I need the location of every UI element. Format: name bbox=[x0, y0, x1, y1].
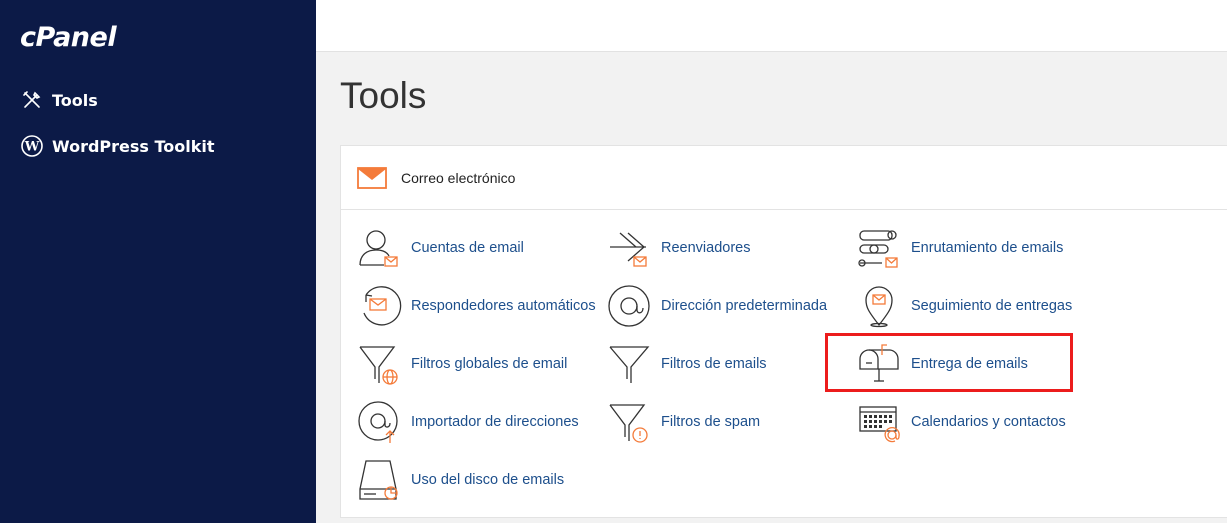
tool-filtros-de-emails[interactable]: Filtros de emails bbox=[606, 341, 767, 387]
sidebar-item-tools[interactable]: Tools bbox=[20, 87, 98, 113]
location-pin-icon bbox=[856, 283, 902, 329]
tool-uso-del-disco-de-emails[interactable]: Uso del disco de emails bbox=[356, 457, 564, 503]
tool-importador-de-direcciones[interactable]: Importador de direcciones bbox=[356, 399, 579, 445]
tool-direccion-predeterminada[interactable]: Dirección predeterminada bbox=[606, 283, 827, 329]
calendar-icon bbox=[856, 399, 902, 445]
tool-label: Dirección predeterminada bbox=[661, 298, 828, 314]
filter-icon bbox=[606, 341, 652, 387]
tool-cuentas-de-email[interactable]: Cuentas de email bbox=[356, 225, 524, 271]
tool-label: Respondedores automáticos bbox=[411, 298, 596, 314]
tool-label: Uso del disco de emails bbox=[411, 472, 565, 488]
svg-text:W: W bbox=[24, 140, 40, 155]
envelope-icon bbox=[357, 166, 387, 189]
tool-label: Calendarios y contactos bbox=[911, 414, 1066, 430]
user-email-icon bbox=[356, 225, 402, 271]
tool-filtros-globales-de-email[interactable]: Filtros globales de email bbox=[356, 341, 567, 387]
sidebar-item-label: WordPress Toolkit bbox=[52, 136, 215, 156]
tool-enrutamiento-de-emails[interactable]: Enrutamiento de emails bbox=[856, 225, 1063, 271]
tool-label: Filtros de emails bbox=[661, 356, 767, 372]
filter-globe-icon bbox=[356, 341, 402, 387]
disk-usage-icon bbox=[356, 457, 402, 503]
tool-seguimiento-de-entregas[interactable]: Seguimiento de entregas bbox=[856, 283, 1072, 329]
sidebar-item-wordpress-toolkit[interactable]: W WordPress Toolkit bbox=[20, 133, 215, 159]
sidebar: cPanel Tools W WordPress Toolkit bbox=[0, 0, 316, 523]
tool-label: Seguimiento de entregas bbox=[911, 298, 1073, 314]
forward-arrows-icon bbox=[606, 225, 652, 271]
at-sign-icon bbox=[606, 283, 652, 329]
tool-label: Cuentas de email bbox=[411, 240, 524, 256]
cpanel-logo[interactable]: cPanel bbox=[20, 22, 117, 53]
section-header[interactable]: Correo electrónico bbox=[341, 146, 1227, 210]
mailbox-icon bbox=[856, 341, 902, 387]
top-bar bbox=[316, 0, 1227, 52]
tool-label: Entrega de emails bbox=[911, 356, 1028, 372]
filter-spam-icon bbox=[606, 399, 652, 445]
tool-label: Filtros de spam bbox=[661, 414, 761, 430]
tools-icon bbox=[20, 88, 44, 112]
tool-label: Enrutamiento de emails bbox=[911, 240, 1064, 256]
at-import-icon bbox=[356, 399, 402, 445]
tool-label: Importador de direcciones bbox=[411, 414, 579, 430]
section-title: Correo electrónico bbox=[401, 169, 516, 186]
wordpress-icon: W bbox=[20, 134, 44, 158]
tool-filtros-de-spam[interactable]: Filtros de spam bbox=[606, 399, 760, 445]
routing-icon bbox=[856, 225, 902, 271]
tool-reenviadores[interactable]: Reenviadores bbox=[606, 225, 750, 271]
tool-label: Reenviadores bbox=[661, 240, 751, 256]
page-title: Tools bbox=[340, 75, 427, 116]
tool-respondedores-automaticos[interactable]: Respondedores automáticos bbox=[356, 283, 596, 329]
autoresponder-icon bbox=[356, 283, 402, 329]
tool-entrega-de-emails[interactable]: Entrega de emails bbox=[856, 341, 1028, 387]
sidebar-item-label: Tools bbox=[52, 90, 98, 110]
tool-calendarios-y-contactos[interactable]: Calendarios y contactos bbox=[856, 399, 1066, 445]
tool-label: Filtros globales de email bbox=[411, 356, 568, 372]
